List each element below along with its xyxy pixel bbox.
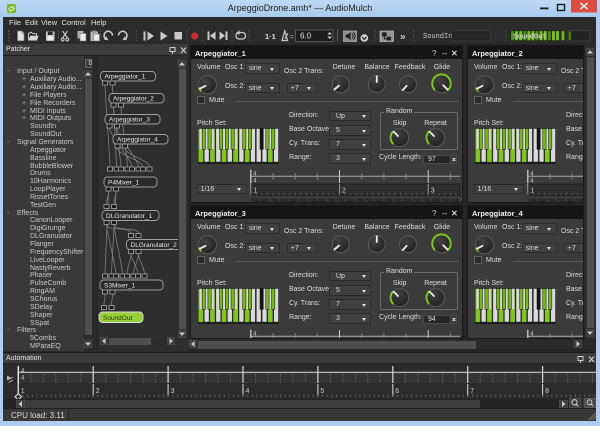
svg-text:Arpeggiator_2: Arpeggiator_2 <box>113 95 154 102</box>
svg-text:3: 3 <box>171 388 175 395</box>
svg-text:SoundOut: SoundOut <box>513 33 547 41</box>
svg-text:DLGranulator_1: DLGranulator_1 <box>106 213 153 220</box>
svg-text:2: 2 <box>96 388 100 395</box>
svg-text:»: » <box>400 32 406 43</box>
svg-text:SoundOut: SoundOut <box>103 315 132 322</box>
svg-text:7: 7 <box>470 388 474 395</box>
svg-text:P4Mixer_1: P4Mixer_1 <box>108 179 139 186</box>
svg-text:6: 6 <box>395 388 399 395</box>
svg-text:1·1: 1·1 <box>265 32 276 41</box>
svg-text:1: 1 <box>21 388 25 395</box>
svg-text:5: 5 <box>320 388 324 395</box>
svg-text:Arpeggiator_3: Arpeggiator_3 <box>109 116 150 123</box>
svg-text:6.0: 6.0 <box>300 32 312 41</box>
svg-text:4: 4 <box>246 388 250 395</box>
svg-text:S3Mixer_1: S3Mixer_1 <box>104 282 135 289</box>
svg-text:8: 8 <box>545 388 549 395</box>
svg-text:Arpeggiator_1: Arpeggiator_1 <box>105 73 146 80</box>
svg-text:SoundIn: SoundIn <box>423 33 452 41</box>
svg-text:DLGranulator_2: DLGranulator_2 <box>131 242 178 249</box>
svg-text:Arpeggiator_4: Arpeggiator_4 <box>117 136 158 143</box>
svg-text:=: = <box>290 35 294 41</box>
